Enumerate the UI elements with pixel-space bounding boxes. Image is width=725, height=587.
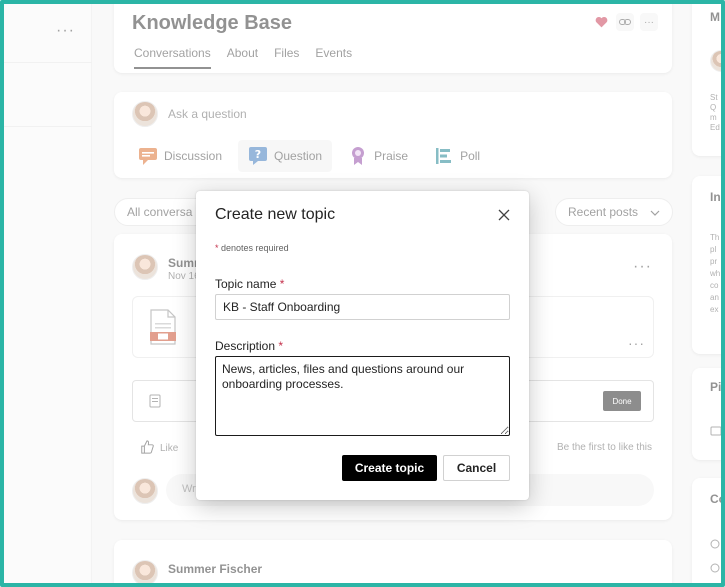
create-topic-button[interactable]: Create topic — [342, 455, 437, 481]
close-icon[interactable] — [495, 206, 513, 224]
app-frame: ··· Knowledge Base Conversations About F… — [0, 0, 725, 587]
required-note: * denotes required — [215, 243, 289, 253]
description-label-text: Description — [215, 339, 276, 353]
cancel-button[interactable]: Cancel — [443, 455, 510, 481]
topic-name-input[interactable] — [215, 294, 510, 320]
description-textarea[interactable]: News, articles, files and questions arou… — [215, 356, 510, 436]
required-star: * — [215, 243, 219, 253]
topic-name-label: Topic name * — [215, 277, 284, 291]
description-label: Description * — [215, 339, 283, 353]
topic-name-label-text: Topic name — [215, 277, 277, 291]
dialog-title: Create new topic — [215, 206, 336, 223]
required-note-text: denotes required — [221, 243, 289, 253]
required-star: * — [278, 339, 284, 353]
required-star: * — [279, 277, 285, 291]
create-topic-dialog: Create new topic * denotes required Topi… — [196, 191, 529, 500]
